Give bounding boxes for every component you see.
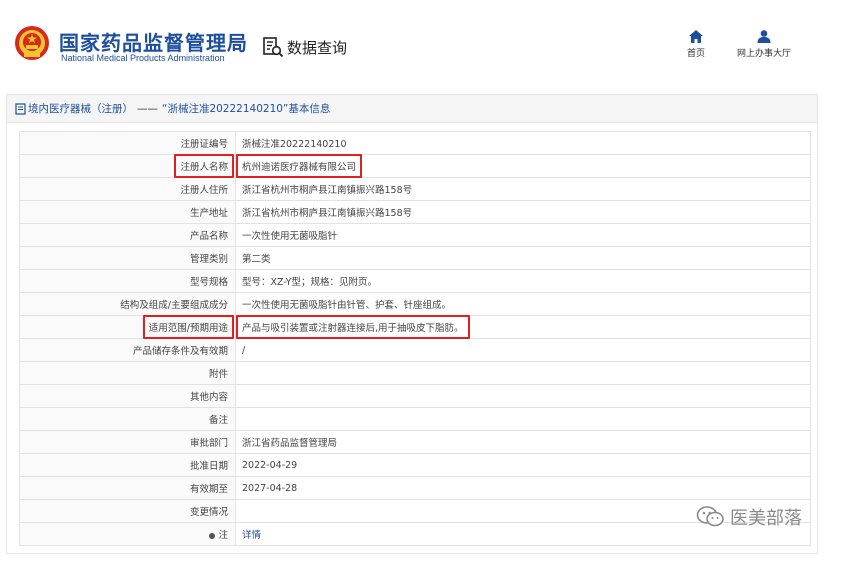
row-label: 适用范围/预期用途 [19, 315, 236, 339]
user-icon [757, 30, 771, 43]
row-value: 浙江省药品监督管理局 [235, 430, 811, 454]
table-row: 注册证编号 浙械注准20222140210 [19, 131, 811, 155]
table-row: 结构及组成/主要组成成分 一次性使用无菌吸脂针由针管、护套、针座组成。 [19, 292, 811, 316]
data-query-icon [263, 37, 284, 58]
table-row: 注册人名称 杭州迪诺医疗器械有限公司 [19, 154, 811, 178]
row-label: 备注 [19, 407, 236, 431]
table-row: 产品名称 一次性使用无菌吸脂针 [19, 223, 811, 247]
nav-online-service-hall-label: 网上办事大厅 [736, 49, 791, 59]
row-value [235, 384, 811, 408]
row-label: 审批部门 [19, 430, 236, 454]
home-icon [689, 30, 703, 43]
table-row: 生产地址 浙江省杭州市桐庐县江南镇振兴路158号 [19, 200, 811, 224]
note-label: 注 [218, 530, 228, 541]
row-label: 产品储存条件及有效期 [19, 338, 236, 362]
watermark-text: 医美部落 [730, 508, 802, 529]
row-label: 注册人住所 [19, 177, 236, 201]
table-row: 适用范围/预期用途 产品与吸引装置或注射器连接后,用于抽吸皮下脂肪。 [19, 315, 811, 339]
registration-info-table: 注册证编号 浙械注准20222140210 注册人名称 杭州迪诺医疗器械有限公司… [19, 131, 811, 546]
row-label: 变更情况 [19, 499, 236, 523]
row-label: 注册人名称 [19, 154, 236, 178]
row-label: 结构及组成/主要组成成分 [19, 292, 236, 316]
row-value: 第二类 [235, 246, 811, 270]
table-row: 注册人住所 浙江省杭州市桐庐县江南镇振兴路158号 [19, 177, 811, 201]
table-row: 注 详情 [19, 522, 811, 546]
table-row: 批准日期 2022-04-29 [19, 453, 811, 477]
row-label: 有效期至 [19, 476, 236, 500]
row-value: 浙江省杭州市桐庐县江南镇振兴路158号 [235, 200, 811, 224]
breadcrumb: 境内医疗器械（注册） —— “浙械注准20222140210”基本信息 [7, 95, 817, 123]
nav-online-service-hall[interactable]: 网上办事大厅 [731, 30, 797, 59]
row-value: 产品与吸引装置或注射器连接后,用于抽吸皮下脂肪。 [235, 315, 811, 339]
row-value [235, 407, 811, 431]
row-value: 2022-04-29 [235, 453, 811, 477]
national-emblem-icon [15, 26, 49, 60]
highlighted-value: 产品与吸引装置或注射器连接后,用于抽吸皮下脂肪。 [236, 315, 470, 339]
nav-home[interactable]: 首页 [681, 30, 711, 59]
table-row: 管理类别 第二类 [19, 246, 811, 270]
site-title[interactable]: 国家药品监督管理局 [59, 27, 248, 56]
row-label: 产品名称 [19, 223, 236, 247]
table-row: 附件 [19, 361, 811, 385]
nav-home-label: 首页 [686, 49, 705, 59]
watermark: 医美部落 [696, 504, 802, 530]
site-subtitle: National Medical Products Administration [61, 53, 225, 63]
row-label: 生产地址 [19, 200, 236, 224]
row-value: 2027-04-28 [235, 476, 811, 500]
row-label: 型号规格 [19, 269, 236, 293]
row-label: 其他内容 [19, 384, 236, 408]
data-query-link[interactable]: 数据查询 [262, 36, 347, 58]
row-label: 注 [19, 522, 236, 546]
data-query-label: 数据查询 [287, 38, 348, 57]
site-header: 国家药品监督管理局 National Medical Products Admi… [0, 0, 847, 84]
row-value [235, 361, 811, 385]
highlighted-label: 适用范围/预期用途 [142, 315, 235, 339]
table-row: 有效期至 2027-04-28 [19, 476, 811, 500]
table-row: 变更情况 [19, 499, 811, 523]
row-value: 杭州迪诺医疗器械有限公司 [235, 154, 811, 178]
row-value: 浙江省杭州市桐庐县江南镇振兴路158号 [235, 177, 811, 201]
breadcrumb-category[interactable]: 境内医疗器械（注册） [28, 101, 133, 116]
details-link[interactable]: 详情 [242, 530, 261, 541]
row-value: 浙械注准20222140210 [235, 131, 811, 155]
table-row: 审批部门 浙江省药品监督管理局 [19, 430, 811, 454]
table-row: 型号规格 型号：XZ-Y型；规格：见附页。 [19, 269, 811, 293]
document-icon [15, 102, 26, 115]
row-label: 附件 [19, 361, 236, 385]
row-value: 一次性使用无菌吸脂针 [235, 223, 811, 247]
row-value: / [235, 338, 811, 362]
highlighted-label: 注册人名称 [174, 154, 234, 178]
row-label: 管理类别 [19, 246, 236, 270]
detail-panel: 境内医疗器械（注册） —— “浙械注准20222140210”基本信息 注册证编… [6, 94, 818, 554]
row-value: 型号：XZ-Y型；规格：见附页。 [235, 269, 811, 293]
row-value: 一次性使用无菌吸脂针由针管、护套、针座组成。 [235, 292, 811, 316]
breadcrumb-separator: —— [137, 102, 158, 115]
bullet-icon [209, 532, 216, 539]
row-label: 注册证编号 [19, 131, 236, 155]
wechat-icon [696, 506, 724, 527]
highlighted-value: 杭州迪诺医疗器械有限公司 [235, 154, 363, 178]
table-row: 备注 [19, 407, 811, 431]
table-row: 其他内容 [19, 384, 811, 408]
breadcrumb-title: “浙械注准20222140210”基本信息 [162, 103, 331, 115]
table-row: 产品储存条件及有效期 / [19, 338, 811, 362]
row-label: 批准日期 [19, 453, 236, 477]
